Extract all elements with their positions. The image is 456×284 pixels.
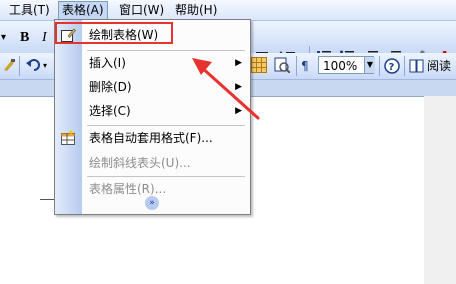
help-icon[interactable]: ? — [384, 58, 400, 74]
zoom-dropdown-icon[interactable]: ▼ — [364, 57, 375, 73]
document-margin-area — [424, 96, 456, 284]
annotation-arrow-icon — [192, 58, 260, 120]
svg-text:¶: ¶ — [301, 59, 309, 72]
dropdown-arrow-icon[interactable]: ▾ — [1, 30, 6, 46]
toolbar-separator — [379, 56, 380, 76]
menu-item-label: 插入(I) — [89, 56, 126, 70]
brush-icon[interactable] — [2, 58, 16, 72]
toolbar-separator — [296, 56, 297, 76]
svg-text:?: ? — [389, 62, 395, 73]
menu-bar: 工具(T) 表格(A) 窗口(W) 帮助(H) — [0, 0, 456, 21]
menu-item-label: 绘制斜线表头(U)... — [89, 156, 191, 170]
menu-item-label: 选择(C) — [89, 104, 131, 118]
menu-item-label: 表格自动套用格式(F)... — [89, 131, 213, 145]
menu-item-label: 表格属性(R)... — [89, 182, 167, 196]
read-button[interactable]: 阅读 — [427, 58, 451, 74]
page-corner-mark — [40, 199, 54, 200]
toolbar-separator — [19, 56, 20, 76]
bold-button[interactable]: B — [20, 30, 29, 46]
menu-help[interactable]: 帮助(H) — [172, 2, 220, 18]
expand-menu-icon[interactable]: » — [145, 196, 159, 210]
show-hide-icon[interactable]: ¶ — [300, 58, 314, 72]
toolbar-separator — [404, 56, 405, 76]
document-map-icon[interactable] — [274, 57, 290, 73]
italic-button[interactable]: I — [42, 30, 47, 46]
undo-icon[interactable] — [25, 57, 45, 73]
menu-tools[interactable]: 工具(T) — [6, 2, 53, 18]
highlight-box — [55, 22, 173, 44]
read-icon[interactable] — [409, 59, 425, 73]
menu-table[interactable]: 表格(A) — [58, 1, 108, 20]
undo-dropdown-icon[interactable]: ▾ — [43, 58, 47, 74]
menu-item-draw-diagonal-header: 绘制斜线表头(U)... — [55, 151, 250, 175]
menu-window[interactable]: 窗口(W) — [116, 2, 167, 18]
table-autoformat-icon — [61, 130, 75, 145]
menu-item-label: 删除(D) — [89, 80, 132, 94]
